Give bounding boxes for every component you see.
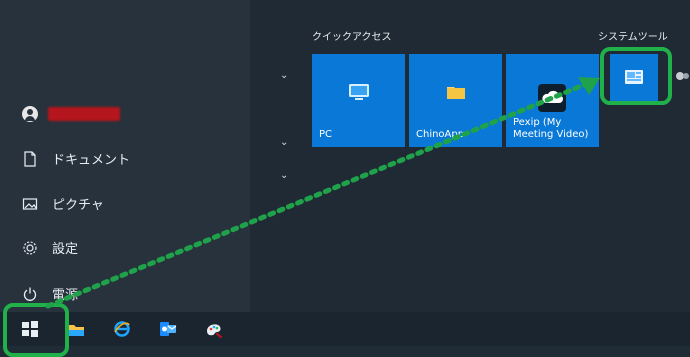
annotation-arrow xyxy=(45,77,600,309)
screenshot: ドキュメント ピクチャ 設定 電源 ⌄ ⌄ ⌄ クイックアクセス システムツール… xyxy=(0,0,690,357)
